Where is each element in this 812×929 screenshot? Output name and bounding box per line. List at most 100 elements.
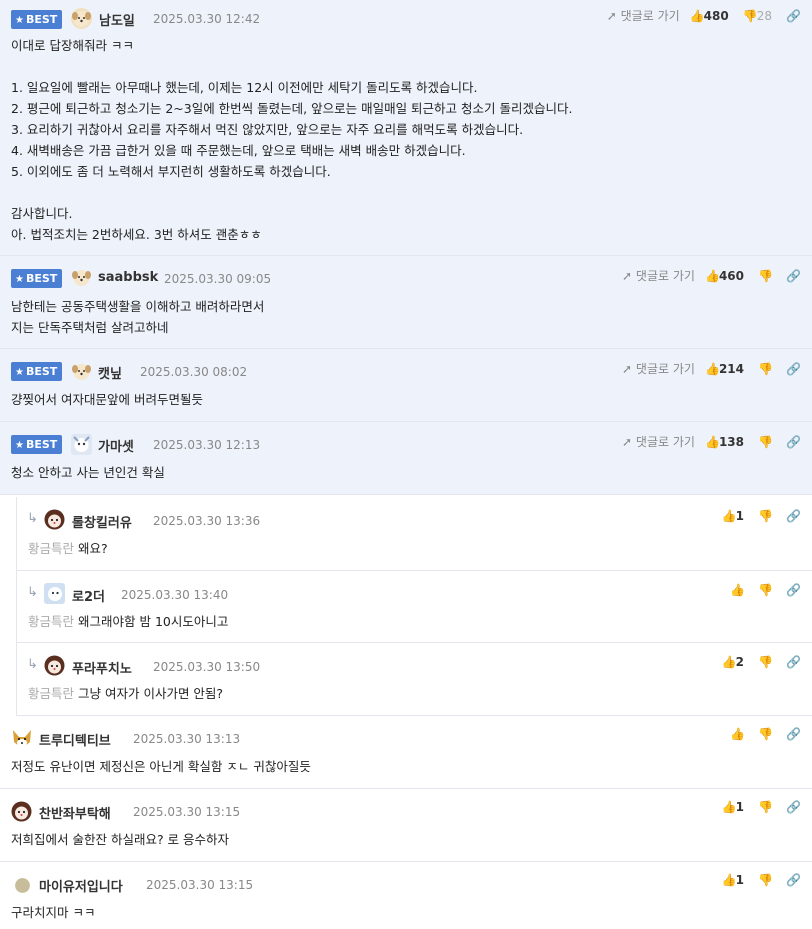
comment-author[interactable]: 롤창킬러유 [72,512,132,531]
best-badge: ★ BEST [11,10,63,29]
avatar[interactable] [44,583,65,604]
downvote-count: 28 [756,8,772,23]
thumb-down-icon[interactable]: 👎 [758,800,773,814]
comment-body: 청소 안하고 사는 년인건 확실 [11,465,165,480]
upvote-count: 2 [735,655,744,669]
comment-body: 걍찢어서 여자대문앞에 버려두면될듯 [11,392,203,407]
goto-comment-button[interactable]: ➚ 댓글로 가기 [622,433,695,450]
comment-date: 2025.03.30 08:02 [140,365,248,379]
star-icon: ★ [15,274,24,285]
upvote-count: 138 [718,434,744,449]
link-icon[interactable]: 🔗 [786,800,801,814]
thumb-up-icon[interactable]: 👍 [730,583,745,597]
comment-best: ★ BEST 캣닢 2025.03.30 08:02 ➚ 댓글로 가기 👍 214… [0,349,812,422]
thumb-down-icon[interactable]: 👎 [758,509,773,523]
avatar[interactable] [11,728,32,749]
comment: 찬반좌부탁해 2025.03.30 13:15 👍 1 👎 🔗 저희집에서 술한… [0,789,812,862]
comment-best: ★ BEST saabbsk 2025.03.30 09:05 ➚ 댓글로 가기 … [0,256,812,349]
avatar[interactable] [44,509,65,530]
comment-date: 2025.03.30 13:13 [133,732,241,746]
thumb-up-icon[interactable]: 👍 [705,362,720,376]
thumb-down-icon[interactable]: 👎 [758,435,773,449]
link-icon[interactable]: 🔗 [786,269,801,283]
reply-arrow-icon: ↳ [27,657,38,672]
avatar[interactable] [71,8,92,29]
send-arrow-icon: ➚ [622,362,633,376]
link-icon[interactable]: 🔗 [786,9,801,23]
comment-date: 2025.03.30 13:15 [133,805,241,819]
comment-body: 구라치지마 ㅋㅋ [11,905,96,920]
link-icon[interactable]: 🔗 [786,362,801,376]
comment-date: 2025.03.30 12:13 [153,438,261,452]
reply-comment: ↳ 로2더 2025.03.30 13:40 👍 👎 🔗 황금특란 왜그래야함 밤… [16,571,812,643]
comment-author[interactable]: 로2더 [72,586,105,605]
link-icon[interactable]: 🔗 [786,435,801,449]
avatar[interactable] [71,267,92,288]
upvote-count: 1 [735,800,744,814]
thumb-down-icon[interactable]: 👎 [758,269,773,283]
comment-best: ★ BEST 남도일 2025.03.30 12:42 ➚ 댓글로 가기 👍 48… [0,0,812,256]
reply-text: 왜요? [78,541,108,556]
comment-author[interactable]: 마이유저입니다 [39,876,123,895]
link-icon[interactable]: 🔗 [786,583,801,597]
comment-author[interactable]: saabbsk [98,270,158,285]
comment-best: ★ BEST 가마셋 2025.03.30 12:13 ➚ 댓글로 가기 👍 13… [0,422,812,495]
comment-date: 2025.03.30 13:15 [146,878,254,892]
thumb-up-icon[interactable]: 👍 [690,9,705,23]
star-icon: ★ [15,15,24,26]
best-badge: ★ BEST [11,362,63,381]
best-badge: ★ BEST [11,435,63,454]
thumb-down-icon[interactable]: 👎 [758,583,773,597]
comment-author[interactable]: 남도일 [99,10,135,29]
link-icon[interactable]: 🔗 [786,509,801,523]
upvote-count: 1 [735,873,744,887]
thumb-up-icon[interactable]: 👍 [722,509,737,523]
goto-comment-button[interactable]: ➚ 댓글로 가기 [622,360,695,377]
star-icon: ★ [15,440,24,451]
reply-text: 왜그래야함 밤 10시도아니고 [78,614,229,629]
best-badge: ★ BEST [11,269,63,288]
thumb-up-icon[interactable]: 👍 [722,873,737,887]
thumb-up-icon[interactable]: 👍 [722,655,737,669]
thumb-up-icon[interactable]: 👍 [705,435,720,449]
thumb-down-icon[interactable]: 👎 [743,9,758,23]
goto-comment-button[interactable]: ➚ 댓글로 가기 [607,7,680,24]
link-icon[interactable]: 🔗 [786,727,801,741]
thumb-up-icon[interactable]: 👍 [730,727,745,741]
avatar[interactable] [15,878,30,893]
comment-author[interactable]: 푸라푸치노 [72,658,132,677]
comment-body: 저희집에서 술한잔 하실래요? 로 응수하자 [11,832,230,847]
comment-author[interactable]: 가마셋 [98,436,134,455]
thumb-down-icon[interactable]: 👎 [758,655,773,669]
comment-body: 황금특란 왜요? [28,538,788,559]
reply-comment: ↳ 롤창킬러유 2025.03.30 13:36 👍 1 👎 🔗 황금특란 왜요? [16,497,812,571]
comment-body: 황금특란 그냥 여자가 이사가면 안됨? [28,683,788,704]
thumb-down-icon[interactable]: 👎 [758,727,773,741]
upvote-count: 480 [703,8,729,23]
comment-author[interactable]: 찬반좌부탁해 [39,803,111,822]
upvote-count: 460 [718,268,744,283]
reply-comment: ↳ 푸라푸치노 2025.03.30 13:50 👍 2 👎 🔗 황금특란 그냥 … [16,643,812,716]
avatar[interactable] [11,801,32,822]
avatar[interactable] [71,361,92,382]
comment-date: 2025.03.30 12:42 [153,12,261,26]
link-icon[interactable]: 🔗 [786,655,801,669]
link-icon[interactable]: 🔗 [786,873,801,887]
thumb-up-icon[interactable]: 👍 [705,269,720,283]
comment: 마이유저입니다 2025.03.30 13:15 👍 1 👎 🔗 구라치지마 ㅋ… [0,862,812,929]
comment-author[interactable]: 캣닢 [98,363,122,382]
comment-date: 2025.03.30 09:05 [164,272,272,286]
thumb-down-icon[interactable]: 👎 [758,873,773,887]
reply-target-tag[interactable]: 황금특란 [28,541,74,556]
goto-comment-button[interactable]: ➚ 댓글로 가기 [622,267,695,284]
avatar[interactable] [71,434,92,455]
thumb-up-icon[interactable]: 👍 [722,800,737,814]
comment-date: 2025.03.30 13:40 [121,588,229,602]
comment-author[interactable]: 트루디텍티브 [39,730,111,749]
comment-body: 이대로 답장해줘라 ㅋㅋ 1. 일요일에 빨래는 아무때나 했는데, 이제는 1… [11,38,573,242]
send-arrow-icon: ➚ [622,269,633,283]
avatar[interactable] [44,655,65,676]
thumb-down-icon[interactable]: 👎 [758,362,773,376]
reply-target-tag[interactable]: 황금특란 [28,614,74,629]
reply-target-tag[interactable]: 황금특란 [28,686,74,701]
